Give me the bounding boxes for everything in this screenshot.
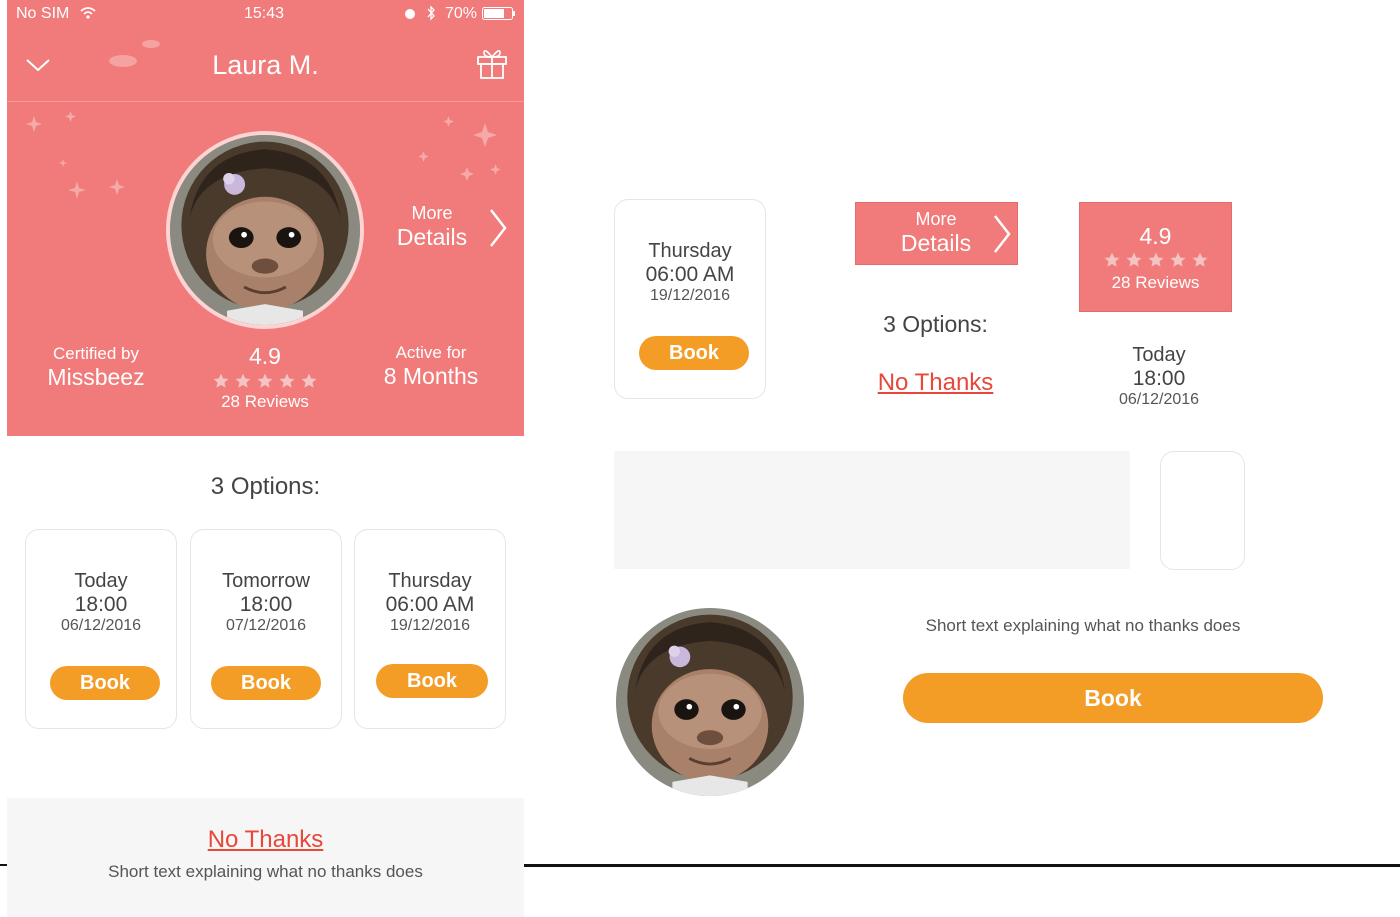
component-gray-panel	[614, 451, 1130, 569]
option-day: Today	[74, 570, 128, 592]
rating-stars	[195, 372, 335, 390]
battery-icon	[482, 7, 515, 20]
big-book-button[interactable]: Book	[903, 673, 1323, 723]
divider-line	[524, 864, 1400, 867]
component-no-thanks-link[interactable]: No Thanks	[855, 369, 1016, 397]
option-time: 06:00 AM	[385, 593, 475, 616]
battery-percent: 70%	[445, 5, 478, 22]
page-title: Laura M.	[212, 50, 319, 80]
more-label: More	[915, 209, 957, 229]
component-card-frame	[1160, 451, 1245, 570]
gift-icon[interactable]	[476, 45, 508, 79]
star-icon	[234, 372, 252, 390]
reviews-count: 28 Reviews	[1111, 273, 1200, 292]
no-thanks-explanation: Short text explaining what no thanks doe…	[108, 862, 423, 881]
star-icon	[1169, 251, 1187, 269]
divider-line-left	[0, 864, 7, 866]
option-date: 07/12/2016	[225, 617, 307, 634]
reviews-count[interactable]: 28 Reviews	[195, 392, 335, 412]
slot-time: 18:00	[1132, 367, 1186, 390]
component-today-slot: Today 18:00 06/12/2016	[1079, 344, 1239, 409]
option-time: 18:00	[74, 593, 128, 616]
component-explanation-text: Short text explaining what no thanks doe…	[925, 616, 1241, 635]
bluetooth-icon	[427, 5, 435, 21]
component-option-card: Thursday 06:00 AM 19/12/2016 Book	[614, 199, 766, 399]
carrier-label: No SIM	[16, 5, 70, 22]
option-card: Today 18:00 06/12/2016 Book	[25, 529, 177, 729]
option-date: 06/12/2016	[60, 617, 142, 634]
details-label: Details	[396, 224, 468, 250]
option-card: Thursday 06:00 AM 19/12/2016 Book	[354, 529, 506, 729]
option-day: Thursday	[388, 570, 472, 592]
active-stat: Active for 8 Months	[360, 343, 502, 390]
option-card: Tomorrow 18:00 07/12/2016 Book	[190, 529, 342, 729]
component-rating-box: 4.9 28 Reviews	[1079, 202, 1232, 312]
profile-avatar[interactable]	[166, 131, 364, 329]
option-time: 18:00	[239, 593, 293, 616]
details-label: Details	[900, 230, 972, 256]
book-button[interactable]: Book	[639, 336, 749, 370]
option-day: Thursday	[648, 240, 732, 262]
monkey-avatar	[616, 608, 804, 796]
option-date: 19/12/2016	[649, 287, 731, 304]
book-button[interactable]: Book	[376, 664, 488, 698]
component-more-details[interactable]: More Details	[855, 202, 1018, 265]
star-icon	[256, 372, 274, 390]
rating-value: 4.9	[249, 343, 281, 369]
no-thanks-link[interactable]: No Thanks	[7, 826, 524, 854]
chevron-right-icon	[994, 215, 1011, 253]
status-bar: No SIM 15:43 70%	[7, 0, 524, 28]
option-time: 06:00 AM	[645, 263, 735, 286]
star-icon	[1125, 251, 1143, 269]
slot-date: 06/12/2016	[1118, 391, 1200, 408]
option-date: 19/12/2016	[389, 617, 471, 634]
wifi-icon	[80, 7, 96, 19]
alarm-icon	[405, 9, 415, 19]
options-heading: 3 Options:	[210, 473, 321, 500]
book-button[interactable]: Book	[50, 666, 160, 700]
option-day: Tomorrow	[222, 570, 310, 592]
star-icon	[1191, 251, 1209, 269]
component-avatar	[616, 608, 804, 796]
active-value: 8 Months	[383, 363, 479, 389]
book-button[interactable]: Book	[211, 666, 321, 700]
chevron-right-icon[interactable]	[487, 208, 509, 248]
rating-value: 4.9	[1139, 223, 1172, 249]
star-icon	[300, 372, 318, 390]
no-thanks-panel: No Thanks Short text explaining what no …	[7, 798, 524, 917]
certified-value: Missbeez	[47, 364, 145, 390]
rating-stat: 4.9 28 Reviews	[195, 343, 335, 412]
slot-day: Today	[1132, 344, 1186, 366]
star-icon	[1147, 251, 1165, 269]
star-icon	[1103, 251, 1121, 269]
certified-stat: Certified by Missbeez	[26, 344, 166, 391]
active-label: Active for	[395, 343, 467, 362]
star-icon	[212, 372, 230, 390]
more-label: More	[411, 203, 453, 223]
component-options-heading: 3 Options:	[883, 311, 988, 337]
hero-divider	[7, 101, 524, 102]
more-details-link[interactable]: More Details	[372, 203, 492, 251]
star-icon	[278, 372, 296, 390]
rating-stars	[1080, 251, 1231, 269]
monkey-avatar	[170, 135, 360, 325]
certified-label: Certified by	[53, 344, 139, 363]
clock: 15:43	[244, 5, 285, 22]
